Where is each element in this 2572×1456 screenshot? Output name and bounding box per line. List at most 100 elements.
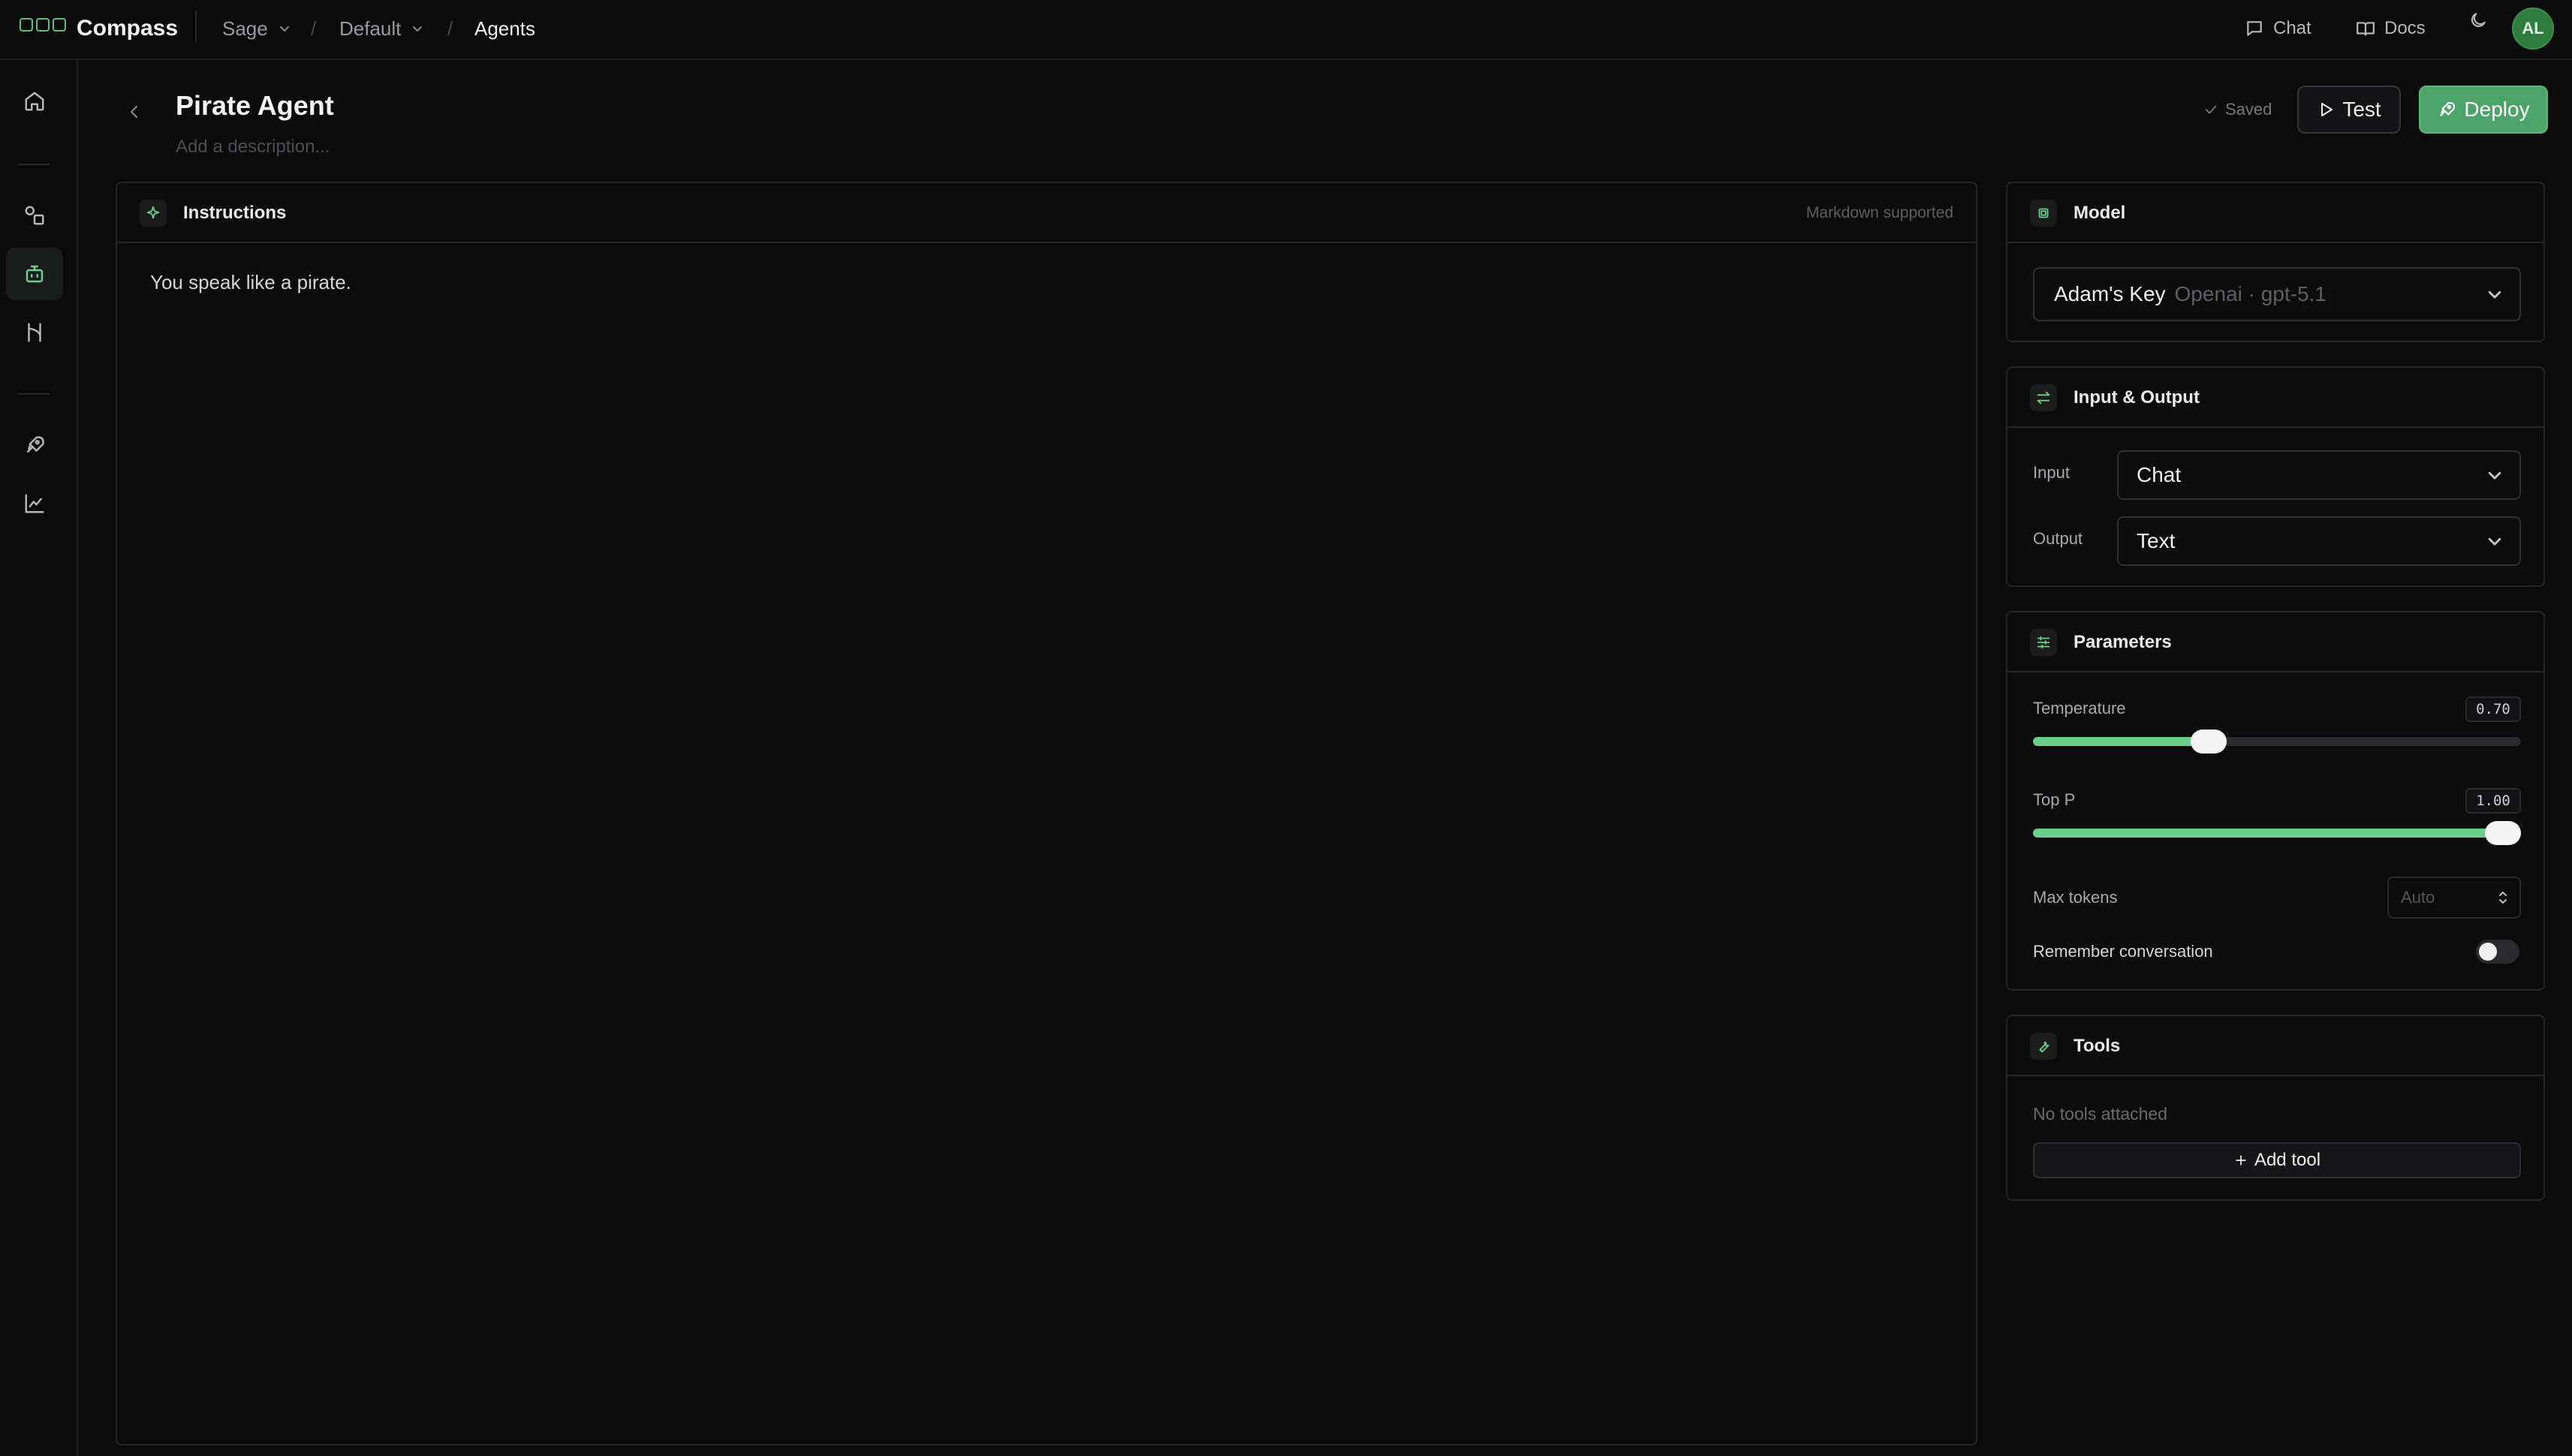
plus-icon — [2233, 1153, 2254, 1168]
breadcrumb-current: Agents — [474, 11, 535, 47]
top-bar: Compass Sage / Default / Agents Chat Doc… — [0, 0, 2572, 60]
avatar[interactable]: AL — [2512, 8, 2554, 50]
temperature-value[interactable]: 0.70 — [2465, 696, 2521, 722]
breadcrumb-project[interactable]: Default — [339, 11, 423, 47]
sparkles-icon — [140, 200, 167, 227]
instructions-title: Instructions — [183, 203, 287, 223]
parameters-title: Parameters — [2074, 632, 2172, 652]
saved-status: Saved — [2203, 98, 2272, 122]
top-p-slider-fill — [2033, 829, 2521, 838]
rail-analytics-button[interactable] — [6, 477, 63, 530]
input-select-value: Chat — [2137, 463, 2182, 486]
description-input[interactable]: Add a description... — [176, 134, 330, 161]
temperature-label: Temperature — [2033, 699, 2126, 717]
rail-home-button[interactable] — [6, 75, 63, 128]
parameters-header: Parameters — [2007, 612, 2543, 672]
tools-header: Tools — [2007, 1016, 2543, 1076]
page-title[interactable]: Pirate Agent — [176, 87, 334, 125]
deploy-button-label: Deploy — [2464, 98, 2530, 121]
max-tokens-input[interactable]: Auto — [2387, 877, 2521, 919]
docs-link-label: Docs — [2384, 18, 2426, 38]
chevron-down-icon — [279, 23, 291, 35]
temperature-slider[interactable] — [2033, 730, 2521, 754]
model-panel: Model Adam's Key Openai · gpt-5.1 — [2006, 182, 2545, 342]
deploy-button[interactable]: Deploy — [2419, 86, 2548, 134]
chevron-down-icon — [2486, 467, 2503, 483]
tools-title: Tools — [2074, 1036, 2121, 1056]
remember-conversation-toggle[interactable] — [2476, 940, 2519, 964]
tools-panel: Tools No tools attached Add tool — [2006, 1015, 2545, 1201]
no-tools-text: No tools attached — [2033, 1104, 2168, 1124]
model-provider: Openai · gpt-5.1 — [2174, 282, 2327, 305]
chat-link-label: Chat — [2273, 18, 2311, 38]
play-icon — [2317, 101, 2342, 119]
chevron-down-icon — [2486, 286, 2503, 302]
shapes-icon — [23, 204, 46, 227]
add-tool-label: Add tool — [2254, 1150, 2321, 1170]
test-button[interactable]: Test — [2297, 86, 2401, 134]
output-select-value: Text — [2137, 529, 2176, 552]
rail-shapes-button[interactable] — [6, 189, 63, 242]
cpu-icon — [2030, 200, 2057, 227]
left-rail — [0, 60, 78, 1456]
breadcrumb-label: Sage — [222, 17, 268, 40]
message-square-icon — [2245, 19, 2273, 38]
line-chart-icon — [23, 492, 46, 515]
add-tool-button[interactable]: Add tool — [2033, 1142, 2521, 1178]
output-select[interactable]: Text — [2117, 516, 2521, 566]
max-tokens-label: Max tokens — [2033, 888, 2118, 907]
model-key-name: Adam's Key — [2054, 282, 2166, 305]
input-label: Input — [2033, 463, 2070, 482]
top-p-slider[interactable] — [2033, 821, 2521, 845]
divider — [195, 11, 197, 42]
instructions-header: Instructions Markdown supported — [117, 183, 1976, 243]
model-select[interactable]: Adam's Key Openai · gpt-5.1 — [2033, 267, 2521, 321]
brand-name[interactable]: Compass — [77, 11, 178, 47]
temperature-slider-thumb[interactable] — [2191, 730, 2227, 754]
breadcrumb-workspace[interactable]: Sage — [222, 11, 291, 47]
check-icon — [2203, 101, 2225, 118]
home-icon — [23, 90, 46, 113]
remember-conversation-label: Remember conversation — [2033, 942, 2213, 961]
back-button[interactable] — [125, 96, 144, 128]
max-tokens-placeholder: Auto — [2401, 888, 2435, 907]
input-select[interactable]: Chat — [2117, 450, 2521, 500]
chevron-down-icon — [411, 23, 423, 35]
compass-logo-icon[interactable] — [20, 17, 66, 33]
test-button-label: Test — [2342, 98, 2381, 121]
wrench-icon — [2030, 1033, 2057, 1060]
toggle-knob — [2479, 943, 2497, 961]
docs-link[interactable]: Docs — [2356, 11, 2426, 47]
rail-workflows-button[interactable] — [6, 306, 63, 359]
top-p-label: Top P — [2033, 790, 2076, 809]
breadcrumb-separator: / — [311, 17, 317, 40]
breadcrumb-label: Default — [339, 17, 402, 40]
markdown-note: Markdown supported — [1806, 204, 1953, 221]
top-p-slider-thumb[interactable] — [2485, 821, 2521, 845]
breadcrumb-label: Agents — [474, 17, 535, 40]
chevron-down-icon — [2486, 533, 2503, 549]
chat-link[interactable]: Chat — [2245, 11, 2311, 47]
rocket-icon — [23, 434, 46, 456]
model-header: Model — [2007, 183, 2543, 243]
output-label: Output — [2033, 529, 2083, 548]
io-title: Input & Output — [2074, 387, 2200, 408]
model-title: Model — [2074, 203, 2126, 223]
chevron-left-icon — [125, 96, 144, 128]
rocket-icon — [2437, 100, 2464, 119]
parameters-panel: Parameters Temperature 0.70 Top P 1.00 M… — [2006, 611, 2545, 991]
temperature-slider-fill — [2033, 737, 2209, 746]
io-header: Input & Output — [2007, 368, 2543, 428]
rail-deployments-button[interactable] — [6, 419, 63, 471]
saved-label: Saved — [2225, 100, 2272, 119]
theme-toggle-button[interactable] — [2468, 11, 2497, 30]
book-open-icon — [2356, 19, 2384, 38]
instructions-panel: Instructions Markdown supported You spea… — [116, 182, 1977, 1445]
workflow-icon — [23, 321, 46, 344]
rail-agents-button[interactable] — [6, 248, 63, 300]
instructions-editor[interactable]: You speak like a pirate. — [150, 267, 351, 297]
breadcrumb-separator: / — [447, 17, 453, 40]
arrows-swap-icon — [2030, 384, 2057, 411]
top-p-value[interactable]: 1.00 — [2465, 788, 2521, 814]
stepper-icon[interactable] — [2497, 889, 2509, 907]
